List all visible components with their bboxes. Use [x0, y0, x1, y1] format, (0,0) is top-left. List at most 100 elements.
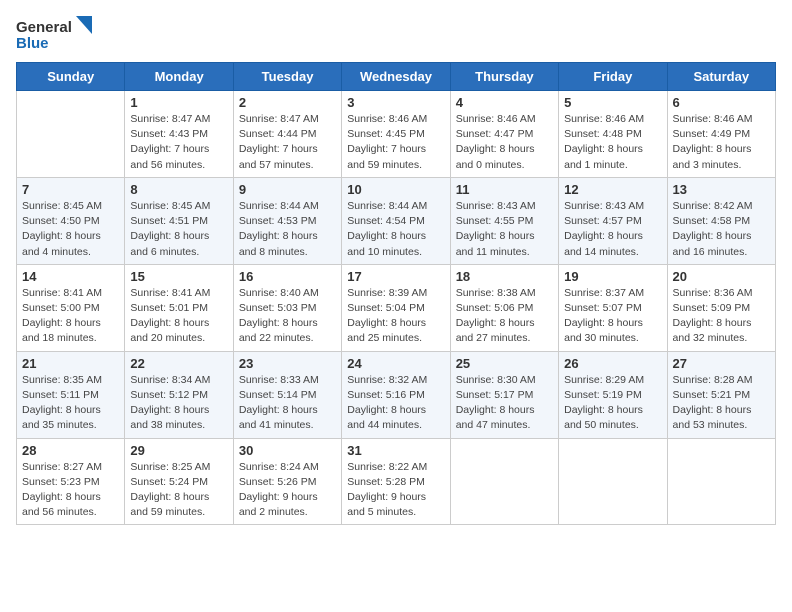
day-info: Sunrise: 8:22 AM Sunset: 5:28 PM Dayligh… [347, 460, 444, 521]
page-header: GeneralBlue [16, 16, 776, 52]
day-info: Sunrise: 8:46 AM Sunset: 4:45 PM Dayligh… [347, 112, 444, 173]
calendar-cell: 18 Sunrise: 8:38 AM Sunset: 5:06 PM Dayli… [450, 264, 558, 351]
calendar-cell: 9Sunrise: 8:44 AM Sunset: 4:53 PM Daylig… [233, 177, 341, 264]
day-number: 5 [564, 95, 661, 110]
calendar-week-row: 1Sunrise: 8:47 AM Sunset: 4:43 PM Daylig… [17, 91, 776, 178]
calendar-cell: 2 Sunrise: 8:47 AM Sunset: 4:44 PM Daylig… [233, 91, 341, 178]
day-info: Sunrise: 8:27 AM Sunset: 5:23 PM Dayligh… [22, 460, 119, 521]
calendar-cell: 16 Sunrise: 8:40 AM Sunset: 5:03 PM Dayli… [233, 264, 341, 351]
day-info: Sunrise: 8:28 AM Sunset: 5:21 PM Dayligh… [673, 373, 770, 434]
calendar-cell: 3 Sunrise: 8:46 AM Sunset: 4:45 PM Daylig… [342, 91, 450, 178]
day-number: 4 [456, 95, 553, 110]
calendar-cell: 24 Sunrise: 8:32 AM Sunset: 5:16 PM Dayli… [342, 351, 450, 438]
calendar-cell [667, 438, 775, 525]
day-number: 3 [347, 95, 444, 110]
day-info: Sunrise: 8:29 AM Sunset: 5:19 PM Dayligh… [564, 373, 661, 434]
calendar-cell: 12 Sunrise: 8:43 AM Sunset: 4:57 PM Dayli… [559, 177, 667, 264]
calendar-cell: 23 Sunrise: 8:33 AM Sunset: 5:14 PM Dayli… [233, 351, 341, 438]
calendar-cell: 27 Sunrise: 8:28 AM Sunset: 5:21 PM Dayli… [667, 351, 775, 438]
day-info: Sunrise: 8:46 AM Sunset: 4:48 PM Dayligh… [564, 112, 661, 173]
day-number: 15 [130, 269, 227, 284]
calendar-table: SundayMondayTuesdayWednesdayThursdayFrid… [16, 62, 776, 525]
calendar-cell: 31 Sunrise: 8:22 AM Sunset: 5:28 PM Dayli… [342, 438, 450, 525]
day-info: Sunrise: 8:35 AM Sunset: 5:11 PM Dayligh… [22, 373, 119, 434]
day-info: Sunrise: 8:32 AM Sunset: 5:16 PM Dayligh… [347, 373, 444, 434]
day-info: Sunrise: 8:44 AM Sunset: 4:53 PM Dayligh… [239, 199, 336, 260]
calendar-cell: 22 Sunrise: 8:34 AM Sunset: 5:12 PM Dayli… [125, 351, 233, 438]
calendar-cell: 11Sunrise: 8:43 AM Sunset: 4:55 PM Dayli… [450, 177, 558, 264]
day-info: Sunrise: 8:30 AM Sunset: 5:17 PM Dayligh… [456, 373, 553, 434]
header-wednesday: Wednesday [342, 63, 450, 91]
calendar-cell: 25 Sunrise: 8:30 AM Sunset: 5:17 PM Dayli… [450, 351, 558, 438]
day-info: Sunrise: 8:47 AM Sunset: 4:44 PM Dayligh… [239, 112, 336, 173]
day-number: 10 [347, 182, 444, 197]
day-info: Sunrise: 8:45 AM Sunset: 4:51 PM Dayligh… [130, 199, 227, 260]
calendar-cell: 29 Sunrise: 8:25 AM Sunset: 5:24 PM Dayli… [125, 438, 233, 525]
day-number: 24 [347, 356, 444, 371]
calendar-cell: 15Sunrise: 8:41 AM Sunset: 5:01 PM Dayli… [125, 264, 233, 351]
calendar-cell: 14Sunrise: 8:41 AM Sunset: 5:00 PM Dayli… [17, 264, 125, 351]
day-number: 28 [22, 443, 119, 458]
calendar-week-row: 28 Sunrise: 8:27 AM Sunset: 5:23 PM Dayli… [17, 438, 776, 525]
header-monday: Monday [125, 63, 233, 91]
day-info: Sunrise: 8:45 AM Sunset: 4:50 PM Dayligh… [22, 199, 119, 260]
calendar-cell: 19Sunrise: 8:37 AM Sunset: 5:07 PM Dayli… [559, 264, 667, 351]
svg-text:General: General [16, 19, 72, 36]
day-info: Sunrise: 8:39 AM Sunset: 5:04 PM Dayligh… [347, 286, 444, 347]
calendar-week-row: 14Sunrise: 8:41 AM Sunset: 5:00 PM Dayli… [17, 264, 776, 351]
calendar-cell: 20 Sunrise: 8:36 AM Sunset: 5:09 PM Dayli… [667, 264, 775, 351]
calendar-cell: 13 Sunrise: 8:42 AM Sunset: 4:58 PM Dayli… [667, 177, 775, 264]
header-sunday: Sunday [17, 63, 125, 91]
logo-svg: GeneralBlue [16, 16, 96, 52]
day-info: Sunrise: 8:43 AM Sunset: 4:57 PM Dayligh… [564, 199, 661, 260]
day-info: Sunrise: 8:36 AM Sunset: 5:09 PM Dayligh… [673, 286, 770, 347]
day-number: 26 [564, 356, 661, 371]
calendar-week-row: 7 Sunrise: 8:45 AM Sunset: 4:50 PM Daylig… [17, 177, 776, 264]
day-number: 16 [239, 269, 336, 284]
day-number: 31 [347, 443, 444, 458]
calendar-cell: 6 Sunrise: 8:46 AM Sunset: 4:49 PM Daylig… [667, 91, 775, 178]
day-number: 22 [130, 356, 227, 371]
calendar-cell: 8 Sunrise: 8:45 AM Sunset: 4:51 PM Daylig… [125, 177, 233, 264]
day-number: 6 [673, 95, 770, 110]
calendar-cell: 26 Sunrise: 8:29 AM Sunset: 5:19 PM Dayli… [559, 351, 667, 438]
calendar-cell [450, 438, 558, 525]
day-number: 7 [22, 182, 119, 197]
day-number: 23 [239, 356, 336, 371]
calendar-cell [17, 91, 125, 178]
header-friday: Friday [559, 63, 667, 91]
day-info: Sunrise: 8:33 AM Sunset: 5:14 PM Dayligh… [239, 373, 336, 434]
day-info: Sunrise: 8:41 AM Sunset: 5:00 PM Dayligh… [22, 286, 119, 347]
day-number: 20 [673, 269, 770, 284]
logo: GeneralBlue [16, 16, 96, 52]
day-info: Sunrise: 8:46 AM Sunset: 4:49 PM Dayligh… [673, 112, 770, 173]
day-info: Sunrise: 8:25 AM Sunset: 5:24 PM Dayligh… [130, 460, 227, 521]
calendar-cell: 1Sunrise: 8:47 AM Sunset: 4:43 PM Daylig… [125, 91, 233, 178]
calendar-cell: 21Sunrise: 8:35 AM Sunset: 5:11 PM Dayli… [17, 351, 125, 438]
day-info: Sunrise: 8:42 AM Sunset: 4:58 PM Dayligh… [673, 199, 770, 260]
day-number: 18 [456, 269, 553, 284]
calendar-cell: 30Sunrise: 8:24 AM Sunset: 5:26 PM Dayli… [233, 438, 341, 525]
day-number: 27 [673, 356, 770, 371]
header-thursday: Thursday [450, 63, 558, 91]
day-number: 8 [130, 182, 227, 197]
day-number: 13 [673, 182, 770, 197]
day-info: Sunrise: 8:38 AM Sunset: 5:06 PM Dayligh… [456, 286, 553, 347]
calendar-week-row: 21Sunrise: 8:35 AM Sunset: 5:11 PM Dayli… [17, 351, 776, 438]
day-number: 17 [347, 269, 444, 284]
day-info: Sunrise: 8:47 AM Sunset: 4:43 PM Dayligh… [130, 112, 227, 173]
day-number: 19 [564, 269, 661, 284]
calendar-cell: 4Sunrise: 8:46 AM Sunset: 4:47 PM Daylig… [450, 91, 558, 178]
calendar-cell: 28 Sunrise: 8:27 AM Sunset: 5:23 PM Dayli… [17, 438, 125, 525]
day-info: Sunrise: 8:40 AM Sunset: 5:03 PM Dayligh… [239, 286, 336, 347]
header-saturday: Saturday [667, 63, 775, 91]
day-number: 25 [456, 356, 553, 371]
day-number: 12 [564, 182, 661, 197]
calendar-cell: 17 Sunrise: 8:39 AM Sunset: 5:04 PM Dayli… [342, 264, 450, 351]
calendar-cell: 7 Sunrise: 8:45 AM Sunset: 4:50 PM Daylig… [17, 177, 125, 264]
day-number: 2 [239, 95, 336, 110]
day-info: Sunrise: 8:24 AM Sunset: 5:26 PM Dayligh… [239, 460, 336, 521]
day-number: 29 [130, 443, 227, 458]
day-info: Sunrise: 8:34 AM Sunset: 5:12 PM Dayligh… [130, 373, 227, 434]
calendar-cell [559, 438, 667, 525]
